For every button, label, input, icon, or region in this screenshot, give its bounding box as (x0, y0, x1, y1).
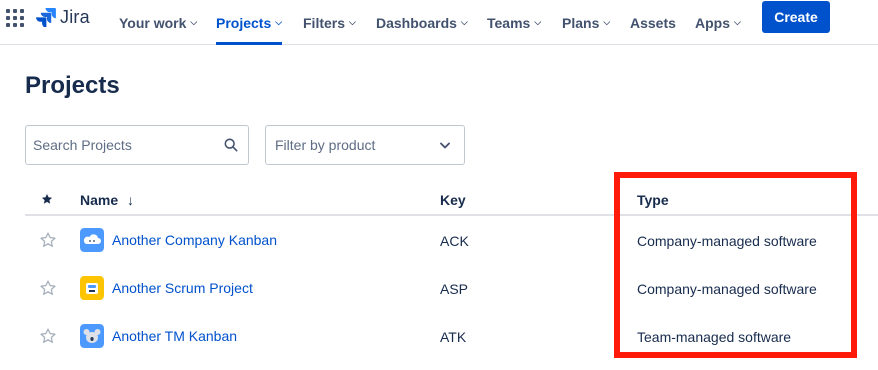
nav-label: Projects (216, 14, 272, 31)
page-title: Projects (25, 72, 120, 99)
nav-label: Your work (119, 14, 187, 31)
nav-teams[interactable]: Teams ⌵ (487, 0, 541, 45)
chevron-down-icon: ⌵ (603, 17, 611, 27)
chevron-down-icon: ⌵ (534, 17, 542, 27)
project-key: ATK (440, 329, 467, 345)
nav-label: Teams (487, 14, 531, 31)
star-filled-icon[interactable] (41, 193, 53, 205)
nav-label: Apps (695, 14, 730, 31)
chevron-down-icon: ⌵ (734, 17, 741, 27)
star-outline-icon[interactable] (39, 327, 57, 345)
nav-projects[interactable]: Projects ⌵ (216, 0, 283, 45)
project-key: ASP (440, 281, 469, 297)
chevron-down-icon: ⌵ (349, 17, 356, 27)
logo-text: Jira (60, 6, 90, 27)
jira-logo-icon (36, 8, 56, 27)
nav-label: Plans (562, 14, 600, 31)
nav-label: Filters (303, 14, 346, 31)
chevron-down-icon (440, 142, 450, 148)
nav-label: Assets (630, 14, 676, 31)
search-placeholder: Search Projects (33, 137, 132, 153)
column-header-label: Name (80, 192, 119, 208)
project-name-link[interactable]: Another Scrum Project (112, 280, 253, 296)
chevron-down-icon: ⌵ (275, 17, 283, 27)
nav-plans[interactable]: Plans ⌵ (562, 0, 610, 45)
koala-avatar-icon (80, 324, 104, 348)
top-navigation: Jira Your work ⌵ Projects ⌵ Filters ⌵ Dashb… (0, 0, 878, 45)
nav-filters[interactable]: Filters ⌵ (303, 0, 356, 45)
project-name-link[interactable]: Another Company Kanban (112, 232, 277, 248)
nav-dashboards[interactable]: Dashboards ⌵ (376, 0, 468, 45)
cloud-avatar-icon (80, 228, 104, 252)
filter-by-product-select[interactable]: Filter by product (265, 125, 465, 165)
nav-assets[interactable]: Assets (630, 0, 676, 45)
project-name-link[interactable]: Another TM Kanban (112, 328, 237, 344)
chevron-down-icon: ⌵ (460, 17, 468, 27)
sort-arrow-down-icon: ↓ (127, 192, 135, 208)
type-column-highlight-box (614, 172, 857, 358)
nav-your-work[interactable]: Your work ⌵ (119, 0, 197, 45)
robot-avatar-icon (80, 276, 104, 300)
chevron-down-icon: ⌵ (190, 17, 198, 27)
nav-label: Dashboards (376, 14, 457, 31)
search-input[interactable]: Search Projects (25, 125, 249, 165)
column-header-key[interactable]: Key (440, 192, 466, 208)
nav-apps[interactable]: Apps ⌵ (695, 0, 741, 45)
star-outline-icon[interactable] (39, 279, 57, 297)
jira-logo[interactable]: Jira (36, 6, 90, 28)
project-key: ACK (440, 233, 469, 249)
star-outline-icon[interactable] (39, 231, 57, 249)
app-switcher-icon[interactable] (6, 9, 24, 27)
search-icon (224, 138, 238, 152)
column-header-name[interactable]: Name ↓ (80, 192, 134, 208)
create-button[interactable]: Create (762, 1, 830, 33)
filter-placeholder: Filter by product (275, 137, 376, 153)
